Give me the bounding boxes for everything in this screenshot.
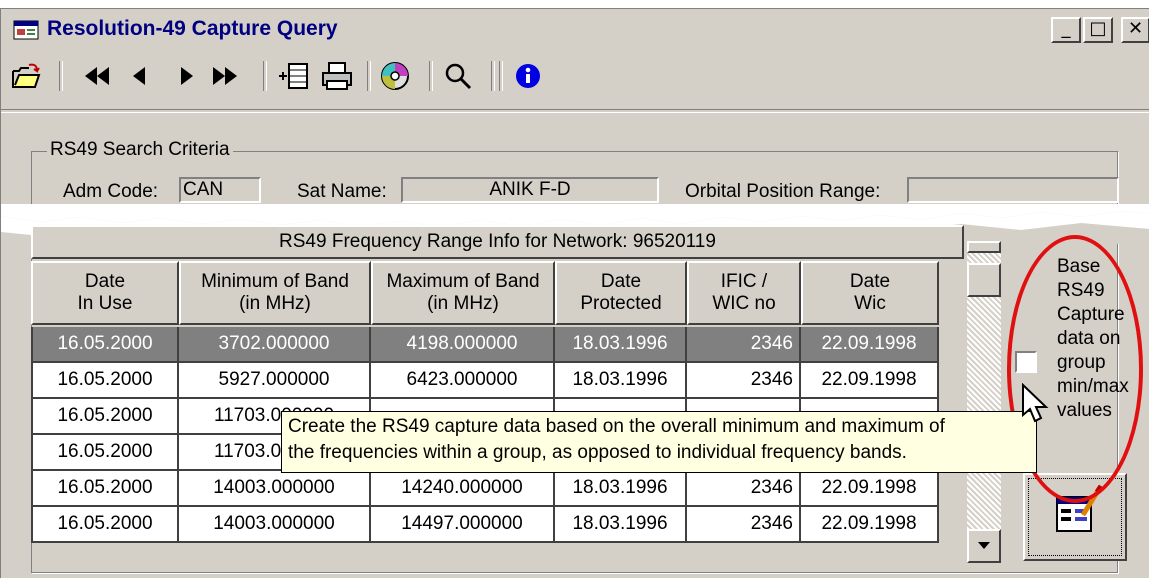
window-title: Resolution-49 Capture Query xyxy=(47,17,338,40)
table-cell[interactable]: 18.03.1996 xyxy=(555,363,687,399)
chevron-down-icon xyxy=(978,542,990,549)
table-cell[interactable]: 16.05.2000 xyxy=(31,435,179,471)
first-record-icon[interactable] xyxy=(77,59,117,93)
header-line: Minimum of Band xyxy=(201,271,349,292)
table-row[interactable]: 16.05.2000 3702.000000 4198.000000 18.03.19… xyxy=(31,327,964,363)
insert-record-icon[interactable] xyxy=(277,59,311,93)
column-header-maximum-of-band[interactable]: Maximum of Band (in MHz) xyxy=(371,261,555,325)
adm-code-label: Adm Code: xyxy=(63,181,159,202)
table-cell[interactable]: 22.09.1998 xyxy=(801,471,939,507)
table-cell[interactable]: 2346 xyxy=(687,327,801,363)
table-cell[interactable]: 2346 xyxy=(687,507,801,543)
table-cell[interactable]: 18.03.1996 xyxy=(555,327,687,363)
table-cell[interactable]: 14003.000000 xyxy=(179,471,371,507)
table-cell[interactable]: 14003.000000 xyxy=(179,507,371,543)
app-window: Resolution-49 Capture Query _ □ ✕ RS49 S… xyxy=(0,8,1149,578)
column-header-minimum-of-band[interactable]: Minimum of Band (in MHz) xyxy=(179,261,371,325)
header-line: Protected xyxy=(580,293,662,314)
toolbar-divider xyxy=(1,109,1149,113)
print-icon[interactable] xyxy=(319,59,355,93)
sat-name-field[interactable]: ANIK F-D xyxy=(401,177,659,203)
table-cell[interactable]: 6423.000000 xyxy=(371,363,555,399)
table-cell[interactable]: 16.05.2000 xyxy=(31,471,179,507)
grid-title: RS49 Frequency Range Info for Network: 9… xyxy=(31,225,964,259)
toolbar-separator xyxy=(491,61,495,91)
toolbar-separator xyxy=(263,61,267,91)
table-cell[interactable]: 4198.000000 xyxy=(371,327,555,363)
close-button[interactable]: ✕ xyxy=(1121,17,1149,43)
header-line: In Use xyxy=(77,293,133,314)
last-record-icon[interactable] xyxy=(205,59,245,93)
app-icon xyxy=(13,20,39,40)
header-line: Date xyxy=(849,271,891,292)
title-bar[interactable]: Resolution-49 Capture Query _ □ ✕ xyxy=(1,9,1149,49)
header-line: Maximum of Band xyxy=(386,271,540,292)
toolbar-separator xyxy=(367,61,371,91)
table-cell[interactable]: 14240.000000 xyxy=(371,471,555,507)
table-cell[interactable]: 16.05.2000 xyxy=(31,327,179,363)
table-cell[interactable]: 14497.000000 xyxy=(371,507,555,543)
grid-vertical-scrollbar[interactable] xyxy=(967,241,1001,563)
table-cell[interactable]: 22.09.1998 xyxy=(801,363,939,399)
column-header-ific-wic-no[interactable]: IFIC / WIC no xyxy=(687,261,801,325)
tooltip-line: the frequencies within a group, as oppos… xyxy=(288,442,907,463)
header-line: Date xyxy=(600,271,642,292)
toolbar xyxy=(1,49,1149,101)
maximize-button[interactable]: □ xyxy=(1083,17,1113,43)
column-header-date-protected[interactable]: Date Protected xyxy=(555,261,687,325)
minimize-button[interactable]: _ xyxy=(1051,17,1081,43)
table-cell[interactable]: 16.05.2000 xyxy=(31,363,179,399)
header-line: WIC no xyxy=(712,293,776,314)
scroll-thumb[interactable] xyxy=(967,263,1001,297)
column-header-date-wic[interactable]: Date Wic xyxy=(801,261,939,325)
header-line: Date xyxy=(84,271,126,292)
header-line: (in MHz) xyxy=(239,293,311,314)
tooltip-line: Create the RS49 capture data based on th… xyxy=(288,416,945,437)
table-row[interactable]: 16.05.2000 14003.000000 14240.000000 18.03.… xyxy=(31,471,964,507)
open-icon[interactable] xyxy=(9,59,43,93)
checkbox-tooltip: Create the RS49 capture data based on th… xyxy=(281,411,1037,473)
table-cell[interactable]: 16.05.2000 xyxy=(31,507,179,543)
previous-record-icon[interactable] xyxy=(127,59,153,93)
table-cell[interactable]: 18.03.1996 xyxy=(555,471,687,507)
next-record-icon[interactable] xyxy=(173,59,199,93)
table-row[interactable]: 16.05.2000 14003.000000 14497.000000 18.03.… xyxy=(31,507,964,543)
table-cell[interactable]: 2346 xyxy=(687,471,801,507)
adm-code-field[interactable]: CAN xyxy=(179,177,261,203)
orbital-position-label: Orbital Position Range: xyxy=(685,181,881,202)
column-header-date-in-use[interactable]: Date In Use xyxy=(31,261,179,325)
search-icon[interactable] xyxy=(441,59,475,93)
scroll-down-button[interactable] xyxy=(967,529,1001,563)
toolbar-separator xyxy=(59,61,63,91)
orbital-position-field[interactable] xyxy=(907,177,1119,203)
header-line: IFIC / xyxy=(720,271,768,292)
header-line: (in MHz) xyxy=(427,293,499,314)
sat-name-label: Sat Name: xyxy=(297,181,387,202)
toolbar-separator xyxy=(499,61,503,91)
table-cell[interactable]: 18.03.1996 xyxy=(555,507,687,543)
table-cell[interactable]: 22.09.1998 xyxy=(801,327,939,363)
table-cell[interactable]: 2346 xyxy=(687,363,801,399)
scroll-up-button[interactable] xyxy=(967,241,1001,253)
table-cell[interactable]: 3702.000000 xyxy=(179,327,371,363)
toolbar-separator xyxy=(429,61,433,91)
table-cell[interactable]: 5927.000000 xyxy=(179,363,371,399)
cd-icon[interactable] xyxy=(377,59,413,93)
header-line: Wic xyxy=(854,293,886,314)
search-criteria-title: RS49 Search Criteria xyxy=(47,139,233,161)
table-row[interactable]: 16.05.2000 5927.000000 6423.000000 18.03.19… xyxy=(31,363,964,399)
mouse-pointer-icon xyxy=(1022,383,1049,423)
info-icon[interactable] xyxy=(511,59,545,93)
table-cell[interactable]: 22.09.1998 xyxy=(801,507,939,543)
table-cell[interactable]: 16.05.2000 xyxy=(31,399,179,435)
